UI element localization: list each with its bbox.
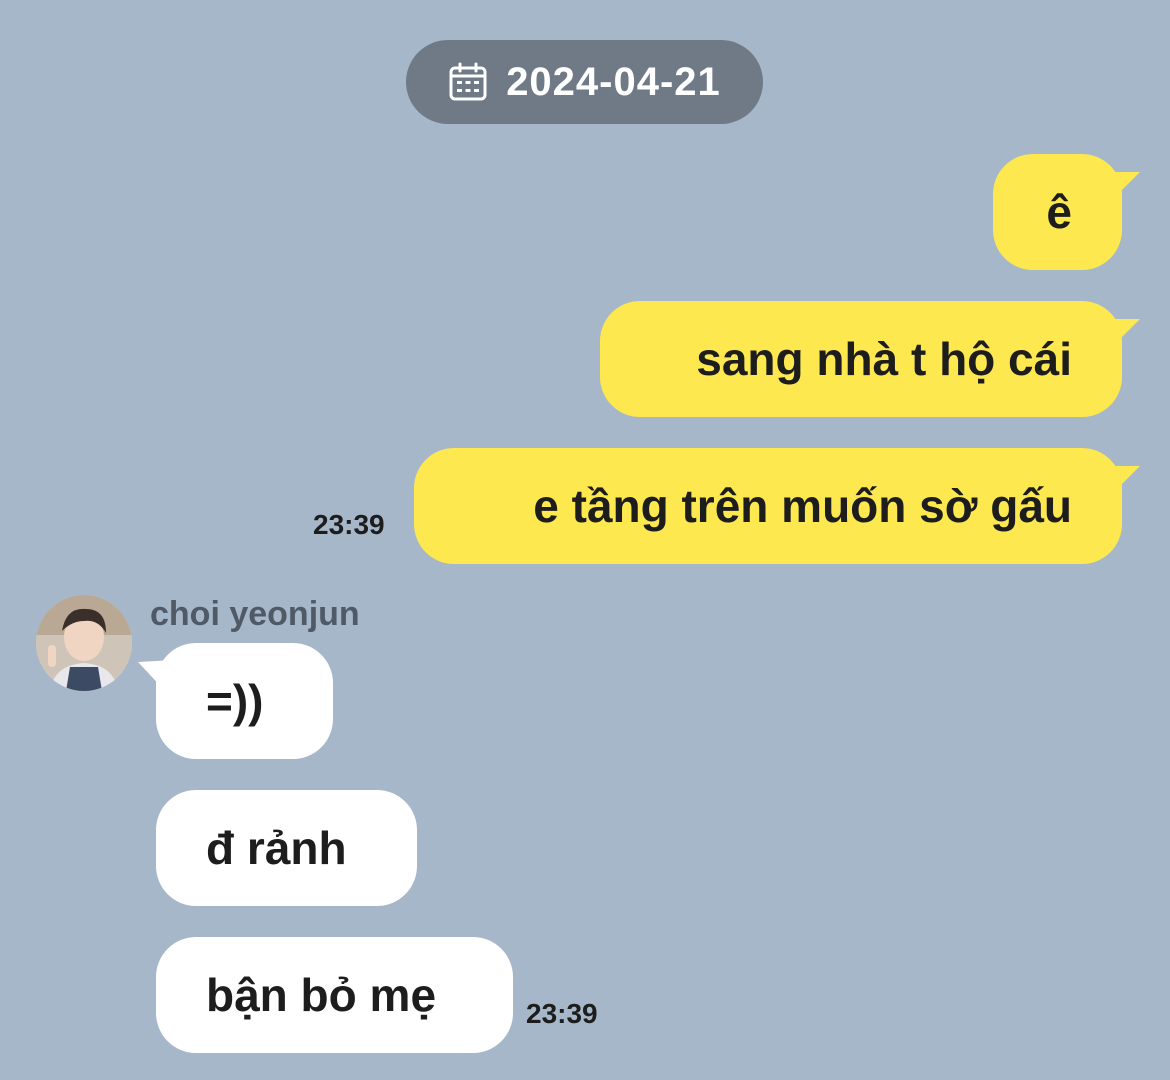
message-text: e tầng trên muốn sờ gấu (533, 480, 1072, 532)
sender-name: choi yeonjun (150, 595, 360, 633)
bubble-tail (1100, 172, 1140, 200)
outgoing-timestamp: 23:39 (313, 509, 385, 540)
bubble-tail (1100, 466, 1140, 494)
calendar-icon (449, 62, 487, 101)
incoming-message[interactable]: bận bỏ mẹ (156, 937, 513, 1053)
message-text: =)) (206, 675, 264, 727)
bubble-tail (1100, 319, 1140, 347)
outgoing-message[interactable]: e tầng trên muốn sờ gấu (414, 448, 1122, 564)
avatar-photo (36, 595, 132, 691)
message-text: sang nhà t hộ cái (696, 333, 1072, 385)
message-text: ê (1046, 186, 1072, 238)
incoming-timestamp: 23:39 (526, 998, 598, 1029)
message-text: bận bỏ mẹ (206, 969, 437, 1021)
date-divider: 2024-04-21 (406, 40, 763, 124)
incoming-message[interactable]: =)) (156, 643, 333, 759)
date-label: 2024-04-21 (506, 59, 721, 104)
outgoing-message[interactable]: sang nhà t hộ cái (600, 301, 1122, 417)
message-text: đ rảnh (206, 822, 347, 874)
avatar[interactable] (36, 595, 132, 691)
incoming-message[interactable]: đ rảnh (156, 790, 417, 906)
